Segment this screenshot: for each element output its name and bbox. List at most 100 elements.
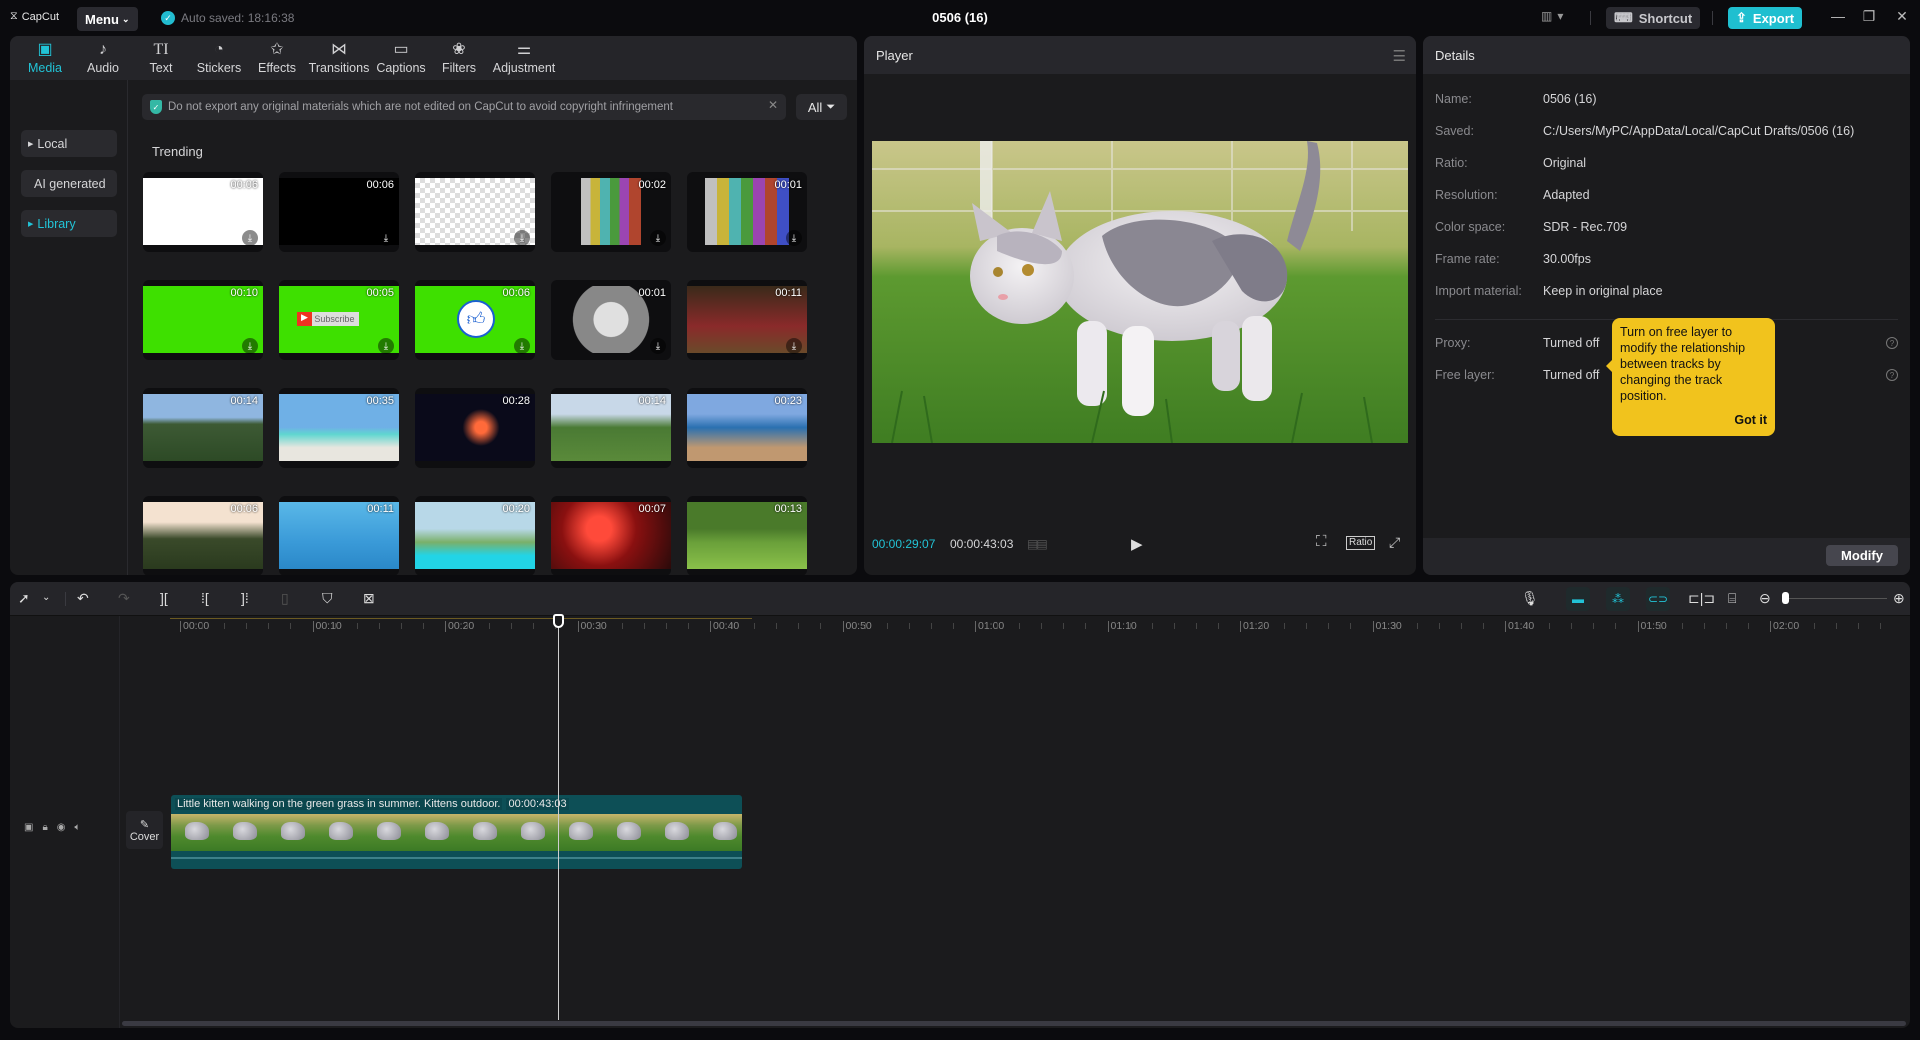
library-item[interactable]: 00:23: [687, 388, 807, 468]
fullscreen-icon[interactable]: ⤢: [1389, 534, 1400, 551]
ruler-minor-tick: [776, 623, 778, 629]
tab-adjustment[interactable]: ⚌ Adjustment: [488, 36, 560, 80]
preview-axis-icon[interactable]: ⊏|⊐: [1688, 590, 1715, 607]
tab-effects[interactable]: ✩ Effects: [248, 36, 306, 80]
filter-all-button[interactable]: All ⏷: [796, 94, 847, 120]
playhead-line[interactable]: [558, 616, 559, 1020]
library-item[interactable]: 00:06: [143, 496, 263, 575]
close-icon[interactable]: ✕: [768, 98, 778, 112]
library-item[interactable]: 00:35: [279, 388, 399, 468]
library-item[interactable]: 00:28: [415, 388, 535, 468]
time-ruler[interactable]: 00:00 00:10 00:20 00:30 00:40 00:50 01:00 01:10…: [120, 616, 1910, 638]
sidebar-item-library[interactable]: ▶ Library: [21, 210, 117, 237]
download-icon[interactable]: ⤓: [650, 338, 666, 354]
eye-icon[interactable]: ◉: [57, 822, 66, 833]
library-item[interactable]: 👍︎ 00:06 ⤓: [415, 280, 535, 360]
tab-transitions[interactable]: ⋈ Transitions: [306, 36, 372, 80]
download-icon[interactable]: ⤓: [786, 338, 802, 354]
library-item[interactable]: 00:06 ⤓: [279, 172, 399, 252]
library-item[interactable]: 00:10 ⤓: [143, 280, 263, 360]
shortcut-button[interactable]: ⌨ Shortcut: [1606, 7, 1701, 29]
download-icon[interactable]: ⤓: [242, 230, 258, 246]
play-icon[interactable]: ▶: [1131, 535, 1143, 553]
clip-frame: [713, 822, 737, 840]
ruler-minor-tick: [1571, 623, 1573, 629]
zoom-in-icon[interactable]: ⊕: [1893, 590, 1905, 607]
duration-badge: 00:01: [638, 287, 666, 299]
playhead-handle[interactable]: [553, 614, 564, 628]
library-item[interactable]: 00:14: [551, 388, 671, 468]
ruler-minor-tick: [621, 623, 623, 629]
library-item[interactable]: 00:11 ⤓: [687, 280, 807, 360]
library-item[interactable]: 00:13: [687, 496, 807, 575]
timeline-zoom-slider[interactable]: [1789, 598, 1887, 599]
sidebar-item-ai-generated[interactable]: AI generated: [21, 170, 117, 197]
ruler-minor-tick: [1725, 623, 1727, 629]
download-icon[interactable]: ⤓: [786, 230, 802, 246]
tab-captions[interactable]: ▭ Captions: [372, 36, 430, 80]
duration-badge: 00:05: [366, 287, 394, 299]
library-item[interactable]: ▶ Subscribe 00:05 ⤓: [279, 280, 399, 360]
library-item[interactable]: 00:20: [415, 496, 535, 575]
tab-audio[interactable]: ♪ Audio: [74, 36, 132, 80]
library-item[interactable]: 00:14: [143, 388, 263, 468]
tab-stickers[interactable]: ◔ Stickers: [190, 36, 248, 80]
tab-text[interactable]: TI Text: [132, 36, 190, 80]
video-clip[interactable]: Little kitten walking on the green grass…: [171, 795, 742, 869]
library-item[interactable]: ⤓: [415, 172, 535, 252]
undo-icon[interactable]: ↶: [77, 590, 89, 607]
slider-handle[interactable]: [1782, 592, 1789, 604]
tab-media[interactable]: ▣ Media: [16, 36, 74, 80]
duration-badge: 00:06: [502, 287, 530, 299]
library-item[interactable]: 00:01 ⤓: [551, 280, 671, 360]
trim-right-icon[interactable]: ]⁞: [241, 590, 249, 606]
cutout-icon[interactable]: ⊠: [363, 590, 375, 607]
library-item[interactable]: 00:02 ⤓: [551, 172, 671, 252]
library-item[interactable]: 00:06 ⤓: [143, 172, 263, 252]
help-icon[interactable]: ?: [1886, 337, 1898, 349]
split-icon[interactable]: ][: [160, 590, 168, 606]
modify-button[interactable]: Modify: [1826, 545, 1898, 566]
export-button[interactable]: ⇪ Export: [1728, 7, 1803, 29]
select-cursor-icon[interactable]: ➚: [18, 590, 30, 607]
help-icon[interactable]: ?: [1886, 369, 1898, 381]
ratio-button[interactable]: Ratio: [1346, 536, 1376, 550]
horizontal-scrollbar[interactable]: [122, 1021, 1906, 1026]
hamburger-menu-icon[interactable]: ☰: [1393, 47, 1406, 65]
marker-icon[interactable]: ⛉: [322, 590, 333, 607]
video-preview[interactable]: [872, 141, 1408, 443]
download-icon[interactable]: ⤓: [514, 338, 530, 354]
download-icon[interactable]: ⤓: [378, 230, 394, 246]
menu-button[interactable]: Menu ⌄: [77, 7, 138, 31]
tab-filters[interactable]: ❀ Filters: [430, 36, 488, 80]
auto-snap-icon[interactable]: ⁂: [1606, 587, 1630, 611]
zoom-out-icon[interactable]: ⊖: [1759, 590, 1771, 607]
restore-icon[interactable]: ❐: [1859, 8, 1879, 25]
layout-button[interactable]: ▥ ▾: [1541, 9, 1563, 23]
download-icon[interactable]: ⤓: [514, 230, 530, 246]
sidebar-item-local[interactable]: ▶ Local: [21, 130, 117, 157]
linkage-icon[interactable]: ⊂⊃: [1646, 587, 1670, 611]
minimize-icon[interactable]: —: [1828, 8, 1848, 24]
microphone-icon[interactable]: 🎙: [1521, 590, 1539, 607]
lock-icon[interactable]: 🔒︎: [42, 822, 47, 833]
close-icon[interactable]: ✕: [1892, 8, 1912, 25]
check-icon: ✓: [161, 11, 175, 25]
download-icon[interactable]: ⤓: [650, 230, 666, 246]
zoom-fit-icon[interactable]: ⛶: [1316, 533, 1327, 550]
autosave-status: ✓ Auto saved: 18:16:38: [161, 11, 294, 25]
chevron-down-icon[interactable]: ⌄: [42, 592, 50, 603]
download-icon[interactable]: ⤓: [378, 338, 394, 354]
trim-left-icon[interactable]: ⁞[: [201, 590, 209, 606]
zoom-to-fit-icon[interactable]: ⌸: [1728, 590, 1736, 607]
ruler-tick-label: 02:00: [1770, 621, 1799, 632]
speaker-icon[interactable]: 🔈︎: [75, 822, 81, 833]
cover-button[interactable]: ✎ Cover: [126, 811, 163, 849]
library-item[interactable]: 00:07: [551, 496, 671, 575]
download-icon[interactable]: ⤓: [242, 338, 258, 354]
got-it-button[interactable]: Got it: [1734, 412, 1767, 428]
library-item[interactable]: 00:01 ⤓: [687, 172, 807, 252]
stickers-icon: ◔: [214, 41, 224, 58]
library-item[interactable]: 00:11: [279, 496, 399, 575]
main-track-magnet-icon[interactable]: ▬: [1566, 587, 1590, 611]
